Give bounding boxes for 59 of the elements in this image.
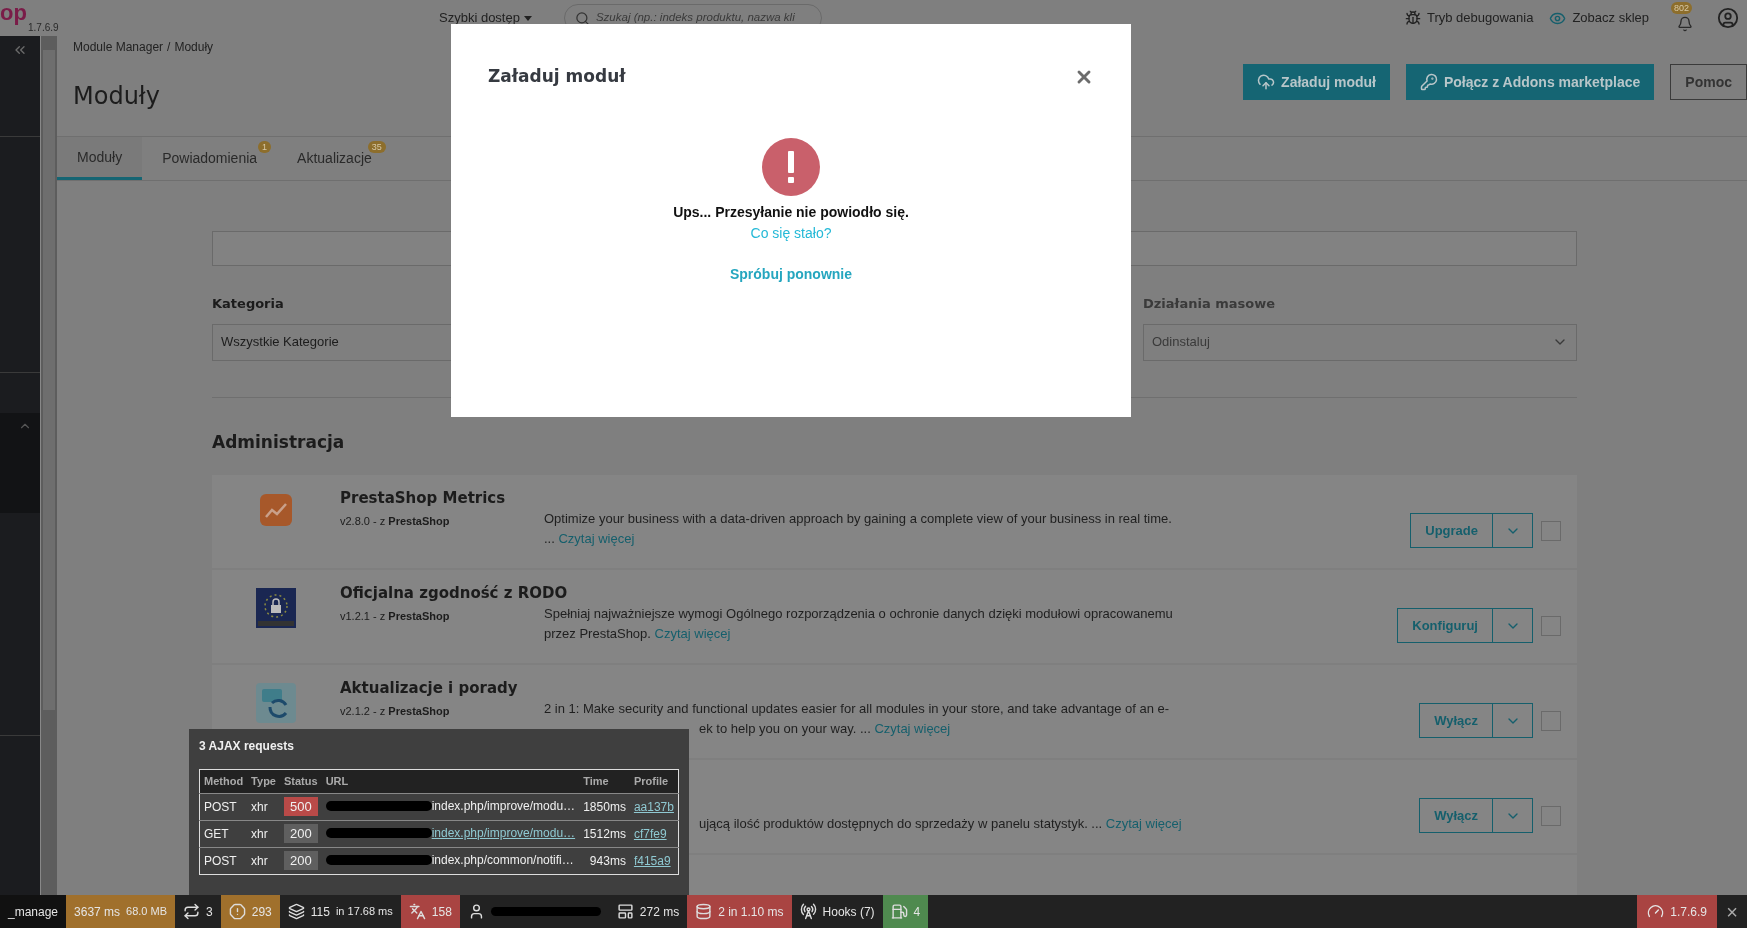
category-label: Kategoria: [212, 295, 285, 313]
table-cell: GET: [199, 820, 248, 847]
breadcrumb-current: Moduły: [174, 39, 214, 56]
toolbar-value: 68.0 MB: [126, 904, 168, 920]
toolbar-value: 1.7.6.9: [1670, 903, 1707, 921]
module-description: ującą ilość produktów dostępnych do sprzedaży w panelu statystyk. ... Czytaj więcej: [699, 815, 1182, 833]
error-message: Ups... Przesyłanie nie powiodło się.: [673, 202, 909, 222]
column-header: Status: [279, 769, 322, 793]
bulk-actions-label: Działania masowe: [1143, 295, 1276, 313]
module-version: v1.2.1 - z PrestaShop: [340, 609, 450, 624]
table-cell: POST: [199, 793, 248, 820]
toolbar-value: 115: [310, 903, 330, 921]
toolbar-value: Hooks (7): [822, 903, 875, 921]
module-name: PrestaShop Metrics: [340, 489, 506, 507]
ajax-panel-title: 3 AJAX requests: [199, 738, 295, 755]
table-cell: POST: [199, 847, 248, 874]
tab-badge: 35: [367, 141, 386, 153]
request-url: index.php/common/notifi…: [431, 852, 574, 869]
module-description: przez PrestaShop. Czytaj więcej: [544, 625, 732, 643]
table-cell: 1512ms: [579, 820, 630, 847]
toolbar-value: 3: [206, 903, 213, 921]
status-badge: 200: [283, 824, 318, 843]
notification-count: 802: [1671, 2, 1693, 14]
module-version: v2.8.0 - z PrestaShop: [340, 514, 450, 529]
toolbar-value: 272 ms: [639, 903, 680, 921]
status-badge: 200: [283, 851, 318, 870]
table-cell: 1850ms: [579, 793, 630, 820]
toolbar-value: 158: [431, 903, 452, 921]
section-heading: Administracja: [212, 430, 346, 454]
toolbar-value: _manage: [8, 903, 59, 921]
module-description: ek to help you on your way. ... Czytaj więcej: [699, 720, 952, 738]
column-header: URL: [321, 769, 580, 793]
breadcrumb-separator: /: [167, 39, 171, 56]
module-description: Spełniaj najważniejsze wymogi Ogólnego rozporządzenia o ochronie danych dzięki modułowi opracowanemu: [544, 605, 1173, 623]
toolbar-value: 2 in 1.10 ms: [718, 903, 784, 921]
toolbar-value: in 17.68 ms: [335, 904, 393, 920]
table-cell: xhr: [247, 847, 280, 874]
module-version: v2.1.2 - z PrestaShop: [340, 704, 450, 719]
module-description: 2 in 1: Make security and functional updates easier for all modules in your store, and take advantage of an e-: [544, 700, 1170, 718]
column-header: Profile: [629, 769, 679, 793]
toolbar-value: 3637 ms: [74, 903, 121, 921]
module-description: ... Czytaj więcej: [544, 530, 636, 548]
modal-title: Załaduj moduł: [488, 65, 626, 88]
table-cell: xhr: [247, 820, 280, 847]
table-cell: 943ms: [579, 847, 630, 874]
column-header: Type: [247, 769, 280, 793]
tab-badge: 1: [258, 141, 272, 153]
module-name: Oficjalna zgodność z RODO: [340, 584, 568, 602]
module-description: Optimize your business with a data-driven approach by gaining a complete view of your business in real time.: [544, 510, 1172, 528]
column-header: Time: [579, 769, 630, 793]
toolbar-value: 293: [251, 903, 272, 921]
module-name: Aktualizacje i porady: [340, 679, 518, 697]
table-cell: xhr: [247, 793, 280, 820]
status-badge: 500: [283, 797, 318, 816]
request-url: index.php/improve/modu…: [431, 798, 576, 815]
version-label: 1.7.6.9: [28, 21, 59, 35]
toolbar-value: 4: [913, 903, 921, 921]
page-title: Moduły: [73, 81, 161, 112]
column-header: Method: [199, 769, 248, 793]
